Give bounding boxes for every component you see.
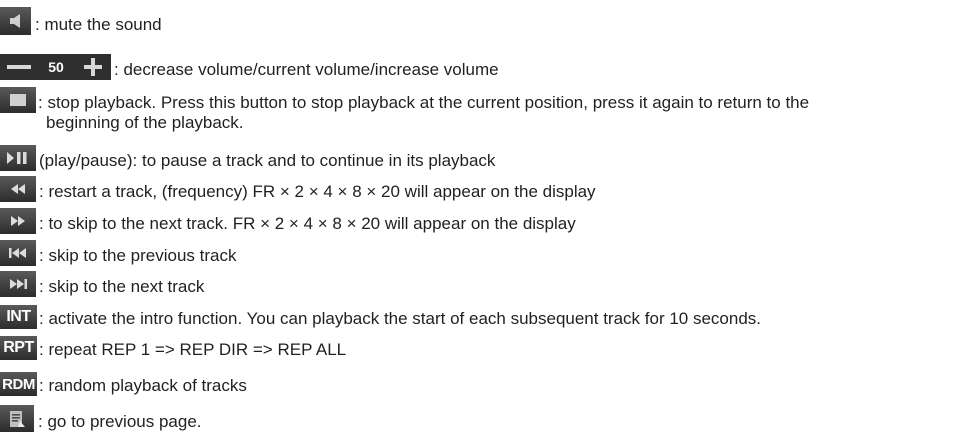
- list-item: : mute the sound: [0, 7, 162, 35]
- item-text: : skip to the previous track: [39, 246, 237, 265]
- skip-previous-icon: [0, 240, 36, 266]
- stop-icon: [0, 87, 36, 113]
- plus-icon: [74, 54, 111, 80]
- previous-page-icon: [0, 405, 34, 432]
- item-text: : mute the sound: [35, 15, 162, 34]
- item-text: : repeat REP 1 => REP DIR => REP ALL: [39, 340, 347, 359]
- item-text: : stop playback. Press this button to st…: [38, 93, 810, 112]
- list-item: RPT : repeat REP 1 => REP DIR => REP ALL: [0, 336, 346, 360]
- list-item: : restart a track, (frequency) FR × 2 × …: [0, 176, 596, 202]
- speaker-icon: [0, 7, 31, 35]
- item-text: : restart a track, (frequency) FR × 2 × …: [39, 182, 596, 201]
- list-item: 50 : decrease volume/current volume/incr…: [0, 54, 499, 80]
- skip-next-icon: [0, 271, 36, 297]
- volume-value: 50: [48, 59, 64, 75]
- list-item: : skip to the previous track: [0, 240, 236, 266]
- list-item: RDM : random playback of tracks: [0, 372, 247, 396]
- item-text: (play/pause): to pause a track and to co…: [39, 151, 496, 170]
- item-text: : skip to the next track: [39, 277, 205, 296]
- item-text: : activate the intro function. You can p…: [39, 309, 762, 328]
- intro-icon: INT: [0, 305, 37, 329]
- minus-icon: [0, 54, 38, 80]
- list-item: : stop playback. Press this button to st…: [0, 87, 809, 113]
- item-text-continuation: beginning of the playback.: [46, 113, 244, 132]
- list-item: : to skip to the next track. FR × 2 × 4 …: [0, 208, 576, 234]
- list-item: : go to previous page.: [0, 405, 202, 432]
- list-item: INT : activate the intro function. You c…: [0, 305, 761, 329]
- item-text: : to skip to the next track. FR × 2 × 4 …: [39, 214, 576, 233]
- volume-control: 50: [0, 54, 111, 80]
- item-text: : go to previous page.: [38, 412, 202, 431]
- item-text: : decrease volume/current volume/increas…: [114, 60, 499, 79]
- fast-forward-icon: [0, 208, 36, 234]
- play-pause-icon: [0, 145, 36, 171]
- rewind-icon: [0, 176, 36, 202]
- item-text: : random playback of tracks: [39, 376, 247, 395]
- list-item: : skip to the next track: [0, 271, 204, 297]
- list-item: (play/pause): to pause a track and to co…: [0, 145, 495, 171]
- repeat-icon: RPT: [0, 336, 37, 360]
- random-icon: RDM: [0, 372, 37, 396]
